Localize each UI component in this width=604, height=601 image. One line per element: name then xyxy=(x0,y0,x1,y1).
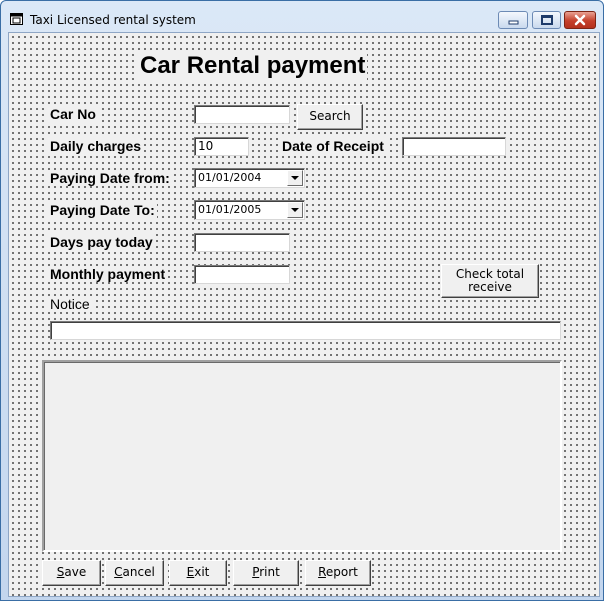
cancel-mnemonic: C xyxy=(114,565,123,579)
cancel-label-rest: ancel xyxy=(122,565,155,579)
check-total-line2: receive xyxy=(468,280,512,294)
monthly-payment-label: Monthly payment xyxy=(48,266,168,282)
paying-date-from-value: 01/01/2004 xyxy=(198,171,262,184)
minimize-icon xyxy=(508,20,519,25)
window-title: Taxi Licensed rental system xyxy=(30,13,196,27)
daily-charges-label: Daily charges xyxy=(48,138,144,154)
maximize-icon xyxy=(541,15,553,25)
monthly-payment-input[interactable] xyxy=(194,265,290,284)
check-total-receive-button[interactable]: Check total receive xyxy=(441,264,539,298)
save-label-rest: ave xyxy=(64,565,87,579)
paying-date-to-select[interactable]: 01/01/2005 xyxy=(194,200,305,220)
print-button[interactable]: Print xyxy=(233,560,299,586)
car-no-input[interactable] xyxy=(194,105,290,124)
close-button[interactable] xyxy=(564,11,596,29)
app-window-icon xyxy=(10,13,23,25)
close-icon xyxy=(574,14,586,26)
days-pay-today-input[interactable] xyxy=(194,233,290,252)
page-title: Car Rental payment xyxy=(138,52,368,80)
dropdown-arrow-icon[interactable] xyxy=(287,170,303,186)
days-pay-today-label: Days pay today xyxy=(48,234,155,250)
report-label-rest: eport xyxy=(325,565,358,579)
print-label-rest: rint xyxy=(259,565,280,579)
notice-label: Notice xyxy=(48,296,92,312)
form-client-area: Car Rental payment Car No Search Daily c… xyxy=(8,32,600,597)
date-of-receipt-input[interactable] xyxy=(402,137,506,156)
results-panel xyxy=(42,360,562,552)
cancel-button[interactable]: Cancel xyxy=(105,560,164,586)
search-button[interactable]: Search xyxy=(297,104,363,130)
report-button[interactable]: Report xyxy=(305,560,371,586)
date-of-receipt-label: Date of Receipt xyxy=(280,138,386,154)
save-button[interactable]: Save xyxy=(42,560,101,586)
app-window: Taxi Licensed rental system Car Rental p… xyxy=(0,0,604,601)
dropdown-arrow-icon[interactable] xyxy=(287,202,303,218)
report-mnemonic: R xyxy=(318,565,326,579)
exit-label-rest: xit xyxy=(194,565,210,579)
title-bar[interactable]: Taxi Licensed rental system xyxy=(1,1,603,33)
paying-date-from-label: Paying Date from: xyxy=(48,170,172,186)
paying-date-to-value: 01/01/2005 xyxy=(198,203,262,216)
car-no-label: Car No xyxy=(48,106,98,122)
daily-charges-input[interactable]: 10 xyxy=(194,137,249,156)
maximize-button[interactable] xyxy=(532,11,561,29)
paying-date-to-label: Paying Date To: xyxy=(48,202,157,218)
paying-date-from-select[interactable]: 01/01/2004 xyxy=(194,168,305,188)
minimize-button[interactable] xyxy=(498,11,528,29)
notice-input[interactable] xyxy=(50,321,561,340)
exit-button[interactable]: Exit xyxy=(169,560,227,586)
